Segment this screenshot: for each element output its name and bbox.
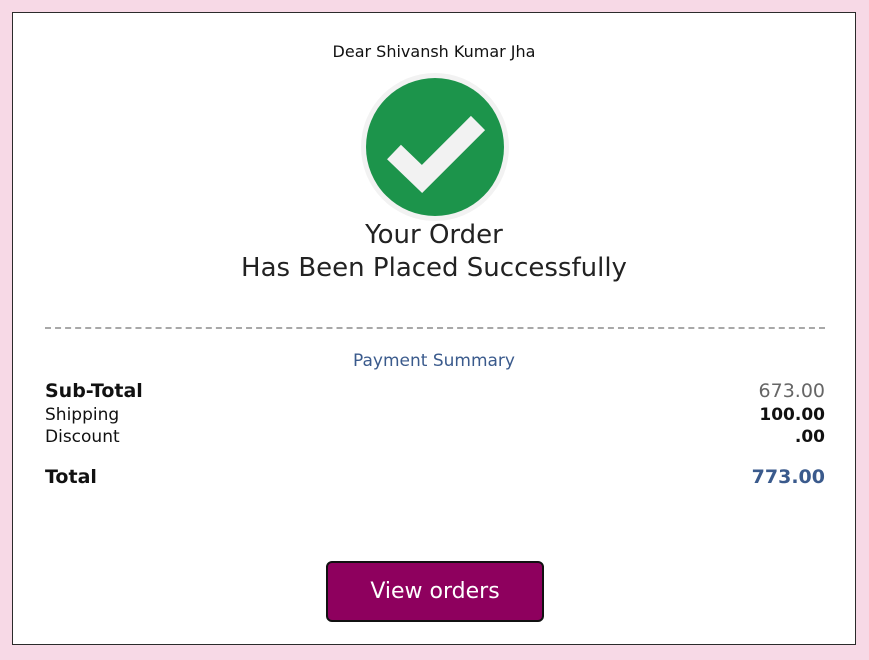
shipping-label: Shipping: [45, 405, 120, 425]
order-confirmation-card: Dear Shivansh Kumar Jha Your Order Has B…: [12, 12, 856, 645]
subtotal-value: 673.00: [758, 380, 825, 402]
headline-line-1: Your Order: [365, 220, 503, 250]
success-badge: [366, 78, 504, 216]
greeting-text: Dear Shivansh Kumar Jha: [332, 42, 536, 61]
shipping-value: 100.00: [759, 405, 825, 425]
subtotal-label: Sub-Total: [45, 380, 143, 402]
discount-row: Discount .00: [45, 427, 825, 447]
discount-label: Discount: [45, 427, 120, 447]
payment-summary-title: Payment Summary: [353, 351, 515, 371]
total-label: Total: [45, 466, 97, 488]
check-circle-icon: [361, 73, 509, 221]
dashed-divider: [45, 327, 825, 329]
subtotal-row: Sub-Total 673.00: [45, 380, 825, 402]
discount-value: .00: [794, 427, 825, 447]
view-orders-button[interactable]: View orders: [326, 561, 544, 622]
shipping-row: Shipping 100.00: [45, 405, 825, 425]
total-value: 773.00: [751, 466, 825, 488]
checkmark-icon: [387, 115, 486, 194]
success-headline: Your Order Has Been Placed Successfully: [13, 219, 855, 285]
total-row: Total 773.00: [45, 466, 825, 488]
headline-line-2: Has Been Placed Successfully: [241, 253, 627, 283]
